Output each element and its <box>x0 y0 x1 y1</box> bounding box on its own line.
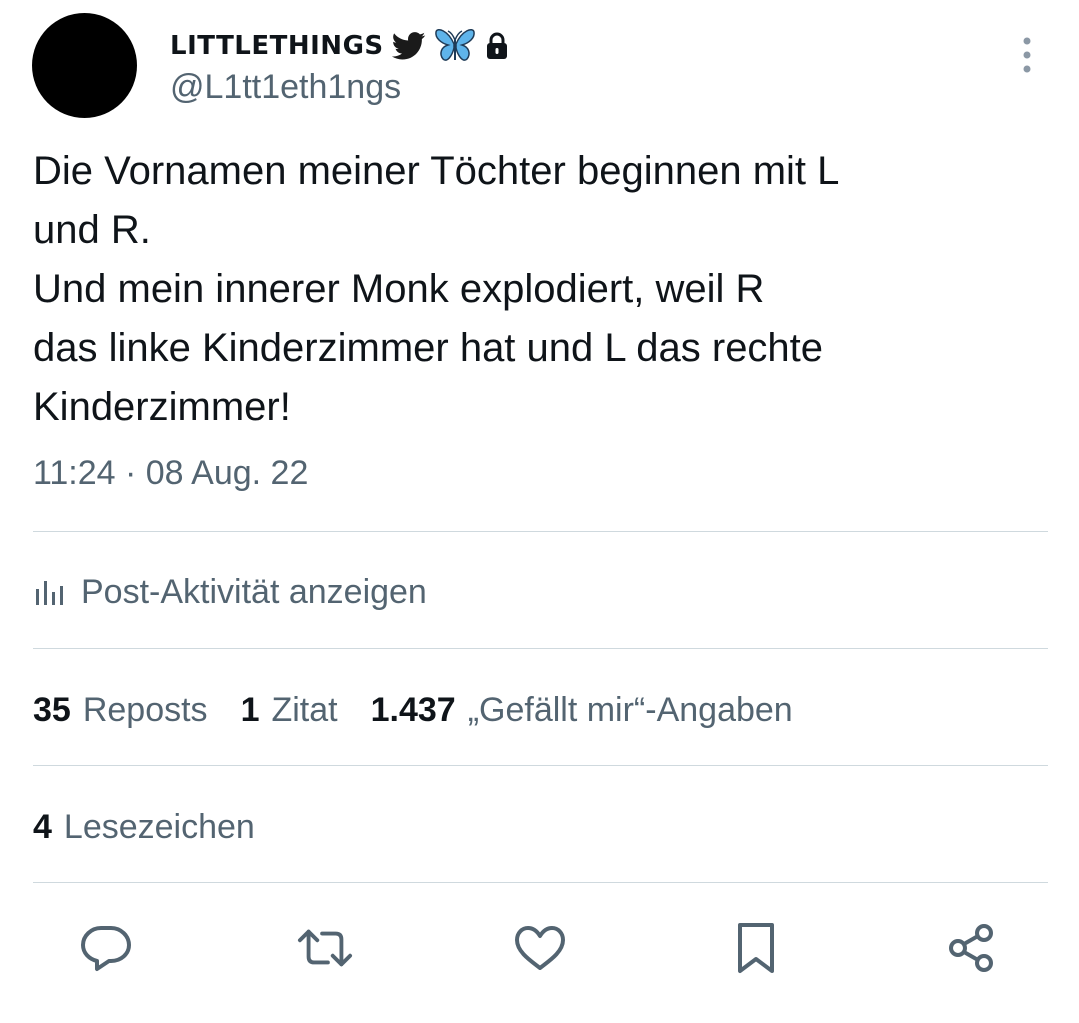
post-activity-button[interactable]: Post-Aktivität anzeigen <box>33 570 427 614</box>
post-activity-label: Post-Aktivität anzeigen <box>81 572 427 611</box>
tweet-text-line: und R. <box>33 208 151 252</box>
share-icon <box>949 924 993 972</box>
bookmarks-count: 4 <box>33 807 52 846</box>
like-button[interactable] <box>512 920 568 976</box>
engagement-stats: 35 Reposts 1 Zitat 1.437 „Gefällt mir“-A… <box>33 688 826 732</box>
likes-count: 1.437 <box>370 690 456 729</box>
tweet-text-line: Kinderzimmer! <box>33 385 291 429</box>
divider <box>33 648 1048 649</box>
author-name-row: LITTLETHINGS <box>170 26 510 66</box>
divider <box>33 882 1048 883</box>
butterfly-icon <box>434 26 476 66</box>
reposts-count: 35 <box>33 690 71 729</box>
bird-icon <box>391 32 426 60</box>
display-name[interactable]: LITTLETHINGS <box>170 31 384 61</box>
tweet-text-line: Die Vornamen meiner Töchter beginnen mit… <box>33 149 840 193</box>
quotes-stat[interactable]: 1 Zitat <box>241 691 338 730</box>
lock-icon <box>484 31 510 61</box>
action-bar <box>0 910 1079 984</box>
reply-icon <box>81 926 131 971</box>
tweet-text-line: Und mein innerer Monk explodiert, weil R <box>33 267 765 311</box>
repost-button[interactable] <box>297 920 353 976</box>
more-options-button[interactable] <box>1010 36 1044 74</box>
repost-icon <box>297 929 353 967</box>
likes-stat[interactable]: 1.437 „Gefällt mir“-Angaben <box>371 691 793 730</box>
divider <box>33 531 1048 532</box>
quotes-label: Zitat <box>271 690 338 729</box>
reposts-stat[interactable]: 35 Reposts <box>33 691 208 730</box>
tweet-text-line: das linke Kinderzimmer hat und L das rec… <box>33 326 824 370</box>
bookmark-icon <box>738 923 774 973</box>
bookmarks-label: Lesezeichen <box>63 807 255 846</box>
avatar[interactable] <box>32 13 137 118</box>
reposts-label: Reposts <box>82 690 208 729</box>
tweet-timestamp[interactable]: 11:24 · 08 Aug. 22 <box>33 454 308 493</box>
share-button[interactable] <box>943 920 999 976</box>
tweet-text: Die Vornamen meiner Töchter beginnen mit… <box>33 142 1033 437</box>
quotes-count: 1 <box>240 690 260 729</box>
bookmarks-stat[interactable]: 4 Lesezeichen <box>33 805 255 849</box>
more-vertical-icon <box>1023 37 1031 73</box>
bookmark-button[interactable] <box>728 920 784 976</box>
divider <box>33 765 1048 766</box>
likes-label: „Gefällt mir“-Angaben <box>467 690 793 729</box>
analytics-icon <box>36 581 63 605</box>
author-handle[interactable]: @L1tt1eth1ngs <box>170 68 401 107</box>
like-icon <box>515 926 565 970</box>
tweet-detail: LITTLETHINGS @L1tt1eth1ngs Die Vornamen … <box>0 0 1079 1023</box>
reply-button[interactable] <box>78 920 134 976</box>
